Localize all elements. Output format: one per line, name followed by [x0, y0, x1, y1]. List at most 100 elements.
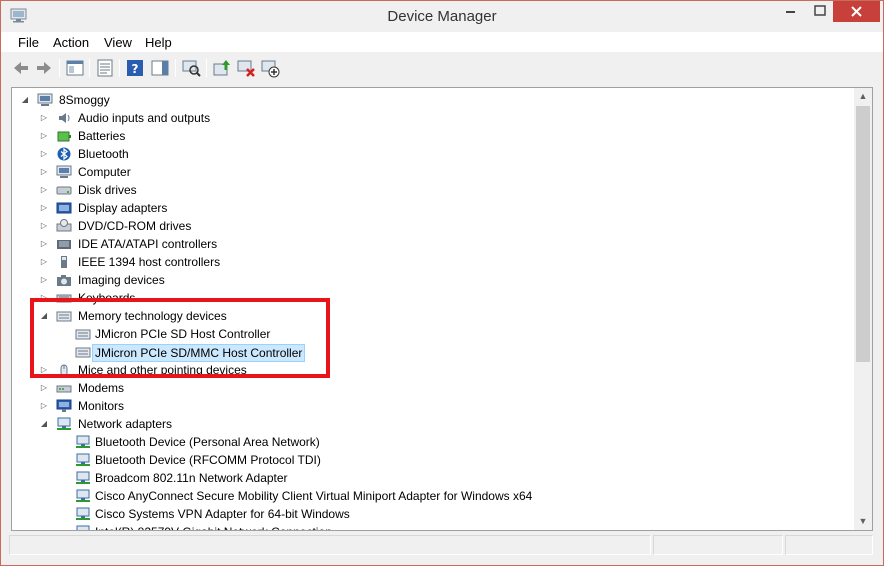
computer-root-icon	[37, 93, 53, 106]
action-pane-icon[interactable]	[150, 58, 170, 78]
memory-device-icon	[56, 311, 72, 322]
tree-category[interactable]: ▷ Mice and other pointing devices	[39, 361, 599, 379]
collapse-arrow-icon[interactable]: ◢	[39, 307, 49, 325]
tree-device-item[interactable]: Cisco Systems VPN Adapter for 64-bit Win…	[58, 505, 618, 523]
display-adapter-icon	[56, 202, 72, 214]
expand-arrow-icon[interactable]: ▷	[39, 199, 49, 217]
bluetooth-icon	[57, 147, 71, 161]
expand-arrow-icon[interactable]: ▷	[39, 217, 49, 235]
tree-device-item[interactable]: Cisco AnyConnect Secure Mobility Client …	[58, 487, 618, 505]
tree-category-label: Display adapters	[78, 201, 168, 215]
network-adapter-icon	[57, 417, 71, 430]
tree-device-item[interactable]: Broadcom 802.11n Network Adapter	[58, 469, 618, 487]
expand-arrow-icon[interactable]: ▷	[39, 379, 49, 397]
tree-category-label: IEEE 1394 host controllers	[78, 255, 221, 269]
menu-file[interactable]: File	[18, 35, 39, 50]
tree-device-item[interactable]: Bluetooth Device (RFCOMM Protocol TDI)	[58, 451, 618, 469]
disk-drive-icon	[56, 186, 72, 195]
network-adapter-icon	[76, 489, 90, 502]
menu-view[interactable]: View	[104, 35, 132, 50]
tree-device-item[interactable]: Bluetooth Device (Personal Area Network)	[58, 433, 618, 451]
expand-arrow-icon[interactable]: ▷	[39, 235, 49, 253]
expand-arrow-icon[interactable]: ▷	[39, 109, 49, 127]
device-tree[interactable]: ◢ 8Smoggy ◢ Memory technology devices JM…	[11, 87, 873, 531]
expand-arrow-icon[interactable]: ▷	[39, 361, 49, 379]
expand-arrow-icon[interactable]: ▷	[39, 127, 49, 145]
tree-category-label: Mice and other pointing devices	[78, 363, 247, 377]
modem-icon	[56, 385, 72, 393]
tree-device-label: Bluetooth Device (Personal Area Network)	[95, 435, 320, 449]
tree-device-label: JMicron PCIe SD/MMC Host Controller	[92, 344, 306, 362]
speaker-icon	[59, 113, 70, 123]
expand-arrow-icon[interactable]: ▷	[39, 253, 49, 271]
battery-icon	[57, 131, 71, 142]
tree-category[interactable]: ▷ Imaging devices	[39, 271, 599, 289]
expand-arrow-icon[interactable]: ▷	[39, 271, 49, 289]
tree-category-label: Disk drives	[78, 183, 137, 197]
tree-category[interactable]: ▷ Bluetooth	[39, 145, 599, 163]
tree-category-label: IDE ATA/ATAPI controllers	[78, 237, 218, 251]
scroll-down-icon[interactable]: ▼	[854, 513, 872, 530]
close-button[interactable]	[833, 1, 880, 22]
tree-device-label: Intel(R) 82579V Gigabit Network Connecti…	[93, 523, 334, 530]
tree-category[interactable]: ▷ DVD/CD-ROM drives	[39, 217, 599, 235]
maximize-button[interactable]	[807, 1, 833, 22]
tree-category[interactable]: ▷ Audio inputs and outputs	[39, 109, 599, 127]
tree-device-item[interactable]: Intel(R) 82579V Gigabit Network Connecti…	[58, 523, 618, 530]
vertical-scrollbar[interactable]: ▲ ▼	[854, 88, 872, 530]
expand-arrow-icon[interactable]: ▷	[39, 145, 49, 163]
menu-action[interactable]: Action	[53, 35, 89, 50]
collapse-arrow-icon[interactable]: ◢	[20, 91, 30, 109]
tree-root[interactable]: ◢ 8Smoggy	[20, 91, 220, 109]
title-bar[interactable]: Device Manager	[1, 1, 883, 32]
update-driver-icon[interactable]	[212, 58, 232, 78]
expand-arrow-icon[interactable]: ▷	[39, 181, 49, 199]
tree-device-item[interactable]: JMicron PCIe SD Host Controller	[58, 325, 298, 343]
uninstall-icon[interactable]	[236, 58, 256, 78]
tree-category[interactable]: ▷ Keyboards	[39, 289, 599, 307]
status-cell-2	[653, 535, 783, 555]
back-icon[interactable]	[11, 58, 31, 78]
menu-help[interactable]: Help	[145, 35, 172, 50]
expand-arrow-icon[interactable]: ▷	[39, 289, 49, 307]
forward-icon[interactable]	[34, 58, 54, 78]
scan-hardware-icon[interactable]	[181, 58, 201, 78]
tree-category[interactable]: ▷ Disk drives	[39, 181, 599, 199]
tree-device-label: Bluetooth Device (RFCOMM Protocol TDI)	[95, 453, 321, 467]
network-adapter-icon	[76, 435, 90, 448]
tree-category-label: Audio inputs and outputs	[78, 111, 211, 125]
computer-icon	[56, 165, 72, 178]
properties-icon[interactable]	[95, 58, 115, 78]
tree-category[interactable]: ▷ Display adapters	[39, 199, 599, 217]
expand-arrow-icon[interactable]: ▷	[39, 163, 49, 181]
window-title: Device Manager	[387, 8, 497, 25]
tree-category[interactable]: ▷ IDE ATA/ATAPI controllers	[39, 235, 599, 253]
enable-device-icon[interactable]	[260, 58, 280, 78]
tree-category-label: Computer	[78, 165, 131, 179]
expand-arrow-icon[interactable]: ▷	[39, 397, 49, 415]
tree-category-network[interactable]: ◢ Network adapters	[39, 415, 239, 433]
tree-device-item-selected[interactable]: JMicron PCIe SD/MMC Host Controller	[58, 343, 318, 362]
device-manager-window: Device Manager File Action View Help ? ◢…	[0, 0, 884, 566]
scroll-up-icon[interactable]: ▲	[854, 88, 872, 105]
toolbar: ?	[1, 53, 883, 83]
tree-category[interactable]: ▷ Modems	[39, 379, 599, 397]
menu-bar: File Action View Help	[1, 32, 883, 53]
tree-category-label: Batteries	[78, 129, 126, 143]
show-hide-console-tree-icon[interactable]	[65, 58, 85, 78]
scroll-thumb[interactable]	[856, 106, 870, 362]
tree-category[interactable]: ▷ Batteries	[39, 127, 599, 145]
tree-category[interactable]: ▷ Computer	[39, 163, 599, 181]
collapse-arrow-icon[interactable]: ◢	[39, 415, 49, 433]
sd-controller-icon	[75, 329, 91, 340]
network-adapter-icon	[76, 471, 90, 484]
tree-category[interactable]: ▷ IEEE 1394 host controllers	[39, 253, 599, 271]
tree-category-label: Memory technology devices	[78, 309, 227, 323]
help-icon[interactable]: ?	[125, 58, 145, 78]
tree-category-memory[interactable]: ◢ Memory technology devices	[39, 307, 299, 325]
minimize-button[interactable]	[773, 1, 807, 22]
ieee1394-icon	[61, 256, 67, 268]
tree-category-label: Bluetooth	[78, 147, 129, 161]
tree-category[interactable]: ▷ Monitors	[39, 397, 599, 415]
tree-category-label: Keyboards	[78, 291, 136, 305]
